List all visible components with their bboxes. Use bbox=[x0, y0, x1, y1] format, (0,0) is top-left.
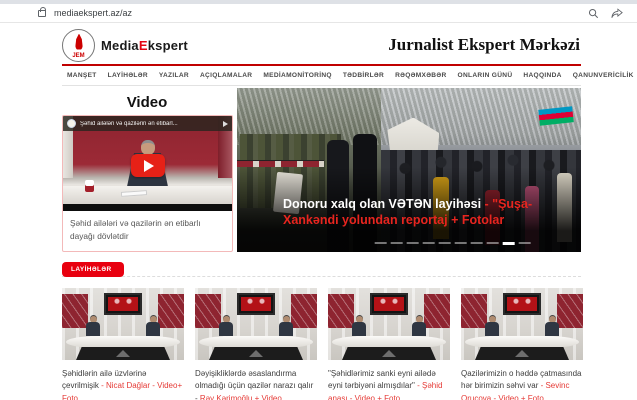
article-card-3[interactable]: "Şəhidlərimiz sanki eyni ailədə eyni tər… bbox=[328, 288, 450, 400]
channel-logo-icon[interactable] bbox=[67, 119, 76, 128]
studio-screen bbox=[503, 293, 541, 315]
nav-layiheler[interactable]: LAYİHƏLƏR bbox=[108, 72, 148, 79]
video-bottom-bar bbox=[63, 204, 232, 211]
guest-left bbox=[219, 316, 233, 336]
article-caption: Şəhidlərin ailə üzvlərinə çevrilmişik - … bbox=[62, 368, 184, 400]
speaker-head bbox=[141, 140, 155, 155]
main-nav: MANŞET LAYİHƏLƏR YAZILAR AÇIQLAMALAR MED… bbox=[62, 64, 581, 86]
article-caption: Qazilərimizin o həddə çatmasında hər bir… bbox=[461, 368, 583, 400]
ssl-lock-icon[interactable] bbox=[38, 10, 46, 17]
studio-panel bbox=[461, 294, 487, 328]
studio-desk bbox=[199, 336, 313, 348]
carousel-dash[interactable] bbox=[375, 242, 387, 244]
desk-front-logo bbox=[342, 347, 436, 360]
video-card[interactable]: Şəhid ailələri və qazilərin ən etibarl..… bbox=[62, 115, 233, 252]
video-titlebar: Şəhid ailələri və qazilərin ən etibarl..… bbox=[63, 116, 232, 131]
article-thumbnail bbox=[62, 288, 184, 360]
site-header: JEM MediaEkspert Jurnalist Ekspert Mərkə… bbox=[62, 27, 580, 63]
studio-desk bbox=[66, 336, 180, 348]
article-card-4[interactable]: Qazilərimizin o həddə çatmasında hər bir… bbox=[461, 288, 583, 400]
nav-reqemxeber[interactable]: RƏQƏMXƏBƏR bbox=[395, 72, 446, 79]
video-thumbnail[interactable]: Şəhid ailələri və qazilərin ən etibarl..… bbox=[63, 116, 232, 204]
featured-slider[interactable]: Donoru xalq olan VƏTƏN layihəsi - "Şuşa-… bbox=[237, 88, 581, 252]
mug bbox=[85, 180, 94, 192]
section-divider bbox=[62, 276, 581, 277]
carousel-dash[interactable] bbox=[423, 242, 435, 244]
studio-screen bbox=[237, 293, 275, 315]
studio-panel bbox=[291, 294, 317, 328]
page: mediaekspert.az/az JEM MediaEkspert Jurn… bbox=[0, 0, 637, 400]
guest-right bbox=[279, 316, 293, 336]
emblem-text: JEM bbox=[63, 53, 94, 59]
carousel-dash[interactable] bbox=[471, 242, 483, 244]
article-thumbnail bbox=[328, 288, 450, 360]
desk-front-logo bbox=[76, 347, 170, 360]
guest-left bbox=[485, 316, 499, 336]
article-cards: Şəhidlərin ailə üzvlərinə çevrilmişik - … bbox=[62, 288, 581, 400]
video-section-heading: Video bbox=[62, 94, 232, 111]
carousel-indicators bbox=[375, 242, 531, 245]
projects-badge[interactable]: LAYİHƏLƏR bbox=[62, 262, 124, 277]
browser-urlbar: mediaekspert.az/az bbox=[0, 4, 637, 23]
jem-emblem-icon: JEM bbox=[62, 29, 95, 62]
nav-manset[interactable]: MANŞET bbox=[67, 72, 97, 79]
article-caption: Dəyişikliklərdə əsaslandırma olmadığı üç… bbox=[195, 368, 317, 400]
studio-panel bbox=[424, 294, 450, 328]
article-card-1[interactable]: Şəhidlərin ailə üzvlərinə çevrilmişik - … bbox=[62, 288, 184, 400]
zoom-icon[interactable] bbox=[588, 8, 599, 19]
play-triangle-icon bbox=[144, 160, 154, 172]
nav-haqqinda[interactable]: HAQQINDA bbox=[523, 72, 561, 79]
nav-tedbirler[interactable]: TƏDBİRLƏR bbox=[343, 72, 384, 79]
play-button[interactable] bbox=[131, 154, 165, 177]
logo-accent: E bbox=[139, 38, 148, 53]
carousel-dash-active[interactable] bbox=[503, 242, 515, 245]
guest-right bbox=[146, 316, 160, 336]
nav-yazilar[interactable]: YAZILAR bbox=[159, 72, 189, 79]
guest-left bbox=[352, 316, 366, 336]
logo-text: MediaEkspert bbox=[101, 38, 188, 53]
studio-desk bbox=[465, 336, 579, 348]
featured-caption[interactable]: Donoru xalq olan VƏTƏN layihəsi - "Şuşa-… bbox=[283, 196, 555, 229]
studio-screen bbox=[104, 293, 142, 315]
video-share-icon[interactable] bbox=[223, 121, 228, 127]
carousel-dash[interactable] bbox=[439, 242, 451, 244]
nav-mediamonitorinq[interactable]: MEDİAMONİTORİNQ bbox=[263, 72, 331, 79]
guest-right bbox=[412, 316, 426, 336]
featured-title-white: Donoru xalq olan VƏTƏN layihəsi bbox=[283, 197, 481, 211]
article-thumbnail bbox=[461, 288, 583, 360]
logo-part1: Media bbox=[101, 38, 139, 53]
nav-onlarin-gunu[interactable]: ONLARIN GÜNÜ bbox=[458, 72, 513, 79]
studio-panel bbox=[328, 294, 354, 328]
studio-panel bbox=[158, 294, 184, 328]
carousel-dash[interactable] bbox=[391, 242, 403, 244]
article-caption: "Şəhidlərimiz sanki eyni ailədə eyni tər… bbox=[328, 368, 450, 400]
carousel-dash[interactable] bbox=[487, 242, 499, 244]
share-icon[interactable] bbox=[611, 8, 623, 19]
guest-left bbox=[86, 316, 100, 336]
studio-screen bbox=[370, 293, 408, 315]
flame-icon bbox=[75, 34, 83, 50]
carousel-dash[interactable] bbox=[455, 242, 467, 244]
desk-front-logo bbox=[475, 347, 569, 360]
carousel-dash[interactable] bbox=[407, 242, 419, 244]
nav-aciqlamalar[interactable]: AÇIQLAMALAR bbox=[200, 72, 252, 79]
article-thumbnail bbox=[195, 288, 317, 360]
logo-part2: kspert bbox=[148, 38, 188, 53]
site-title: Jurnalist Ekspert Mərkəzi bbox=[388, 35, 580, 55]
studio-panel bbox=[557, 294, 583, 328]
carousel-dash[interactable] bbox=[519, 242, 531, 244]
article-card-2[interactable]: Dəyişikliklərdə əsaslandırma olmadığı üç… bbox=[195, 288, 317, 400]
guest-right bbox=[545, 316, 559, 336]
studio-desk bbox=[332, 336, 446, 348]
azerbaijan-flag bbox=[538, 106, 573, 125]
video-overlay-title: Şəhid ailələri və qazilərin ən etibarl..… bbox=[80, 121, 178, 127]
desk-front-logo bbox=[209, 347, 303, 360]
article-meta: Rəy Kərimoğlu + Video bbox=[200, 394, 282, 400]
nav-qanunvericilik[interactable]: QANUNVERİCİLİK bbox=[573, 72, 634, 79]
url-text[interactable]: mediaekspert.az/az bbox=[54, 8, 132, 18]
site-logo[interactable]: JEM MediaEkspert bbox=[62, 29, 188, 62]
studio-panel bbox=[195, 294, 221, 328]
studio-panel bbox=[62, 294, 88, 328]
video-caption[interactable]: Şəhid ailələri və qazilərin ən etibarlı … bbox=[63, 211, 232, 249]
